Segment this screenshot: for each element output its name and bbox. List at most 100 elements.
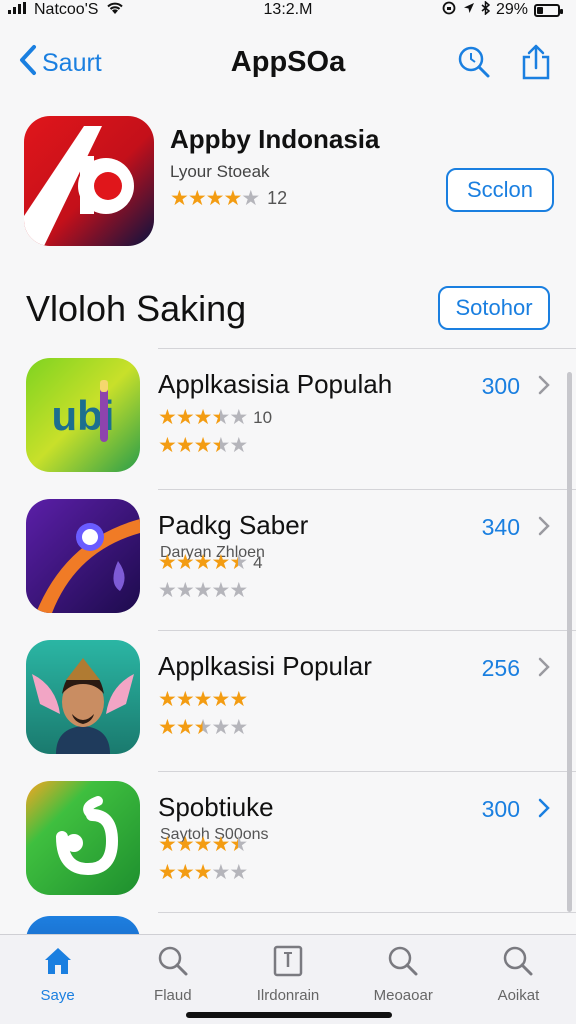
list-item[interactable]: Padkg Saber Daryan Zhloen ★ ★ ★ ★ ★ 4 ★ ★ ★ ★ ★ … — [0, 490, 576, 630]
rating-count: 4 — [253, 552, 263, 572]
star-filled-icon: ★ — [158, 716, 177, 739]
app-value: 340 — [481, 514, 520, 540]
chevron-right-icon[interactable] — [538, 798, 550, 824]
featured-app-subtitle: Lyour Stoeak — [170, 162, 270, 181]
app-title: Applkasisi Popular — [158, 651, 372, 681]
star-rating: ★ ★ ★ ★ ★ — [158, 861, 248, 884]
search-icon[interactable] — [454, 42, 494, 82]
app-title: Spobtiuke — [158, 792, 274, 822]
app-value: 300 — [481, 373, 520, 399]
star-filled-icon: ★ — [193, 434, 213, 457]
star-empty-icon: ★ — [229, 716, 248, 739]
featured-app-icon — [24, 116, 154, 246]
star-half-icon: ★ — [211, 434, 230, 457]
tab-today[interactable]: Saye — [0, 935, 115, 1024]
star-empty-icon: ★ — [211, 579, 230, 602]
app-icon — [26, 499, 140, 613]
star-filled-icon: ★ — [175, 833, 195, 856]
star-empty-icon: ★ — [175, 579, 195, 602]
star-filled-icon: ★ — [205, 187, 225, 210]
app-title: Applkasisia Populah — [158, 369, 393, 399]
app-rating: ★ ★ ★ ★ ★ 4 — [158, 552, 263, 573]
star-empty-icon: ★ — [229, 579, 248, 602]
star-empty-icon: ★ — [241, 187, 260, 210]
nav-actions — [454, 42, 556, 82]
star-filled-icon: ★ — [211, 688, 230, 711]
tab-label: Ilrdonrain — [256, 987, 320, 1004]
star-empty-icon: ★ — [211, 861, 230, 884]
rating-count: 10 — [253, 407, 273, 427]
battery-fill — [537, 6, 543, 14]
chevron-right-icon[interactable] — [538, 516, 550, 542]
list-item[interactable]: Applkasisi Popular ★ ★ ★ ★ ★ ★ ★ ★ ★ ★ 256 — [0, 631, 576, 771]
star-rating: ★ ★ ★ ★ ★ — [158, 551, 248, 574]
app-rating: ★ ★ ★ ★ ★ — [158, 689, 253, 710]
star-half-icon: ★ — [229, 551, 248, 574]
star-empty-icon: ★ — [158, 579, 177, 602]
featured-app-rating: ★ ★ ★ ★ ★ 12 — [170, 188, 287, 209]
tab-library[interactable]: Ilrdonrain — [230, 935, 345, 1024]
star-half-icon: ★ — [229, 833, 248, 856]
star-rating: ★ ★ ★ ★ ★ — [158, 406, 248, 429]
star-rating: ★ ★ ★ ★ ★ — [158, 833, 248, 856]
chevron-right-icon[interactable] — [538, 375, 550, 401]
star-filled-icon: ★ — [158, 434, 177, 457]
tab-label: Meoaoar — [373, 987, 433, 1004]
star-half-icon: ★ — [193, 716, 213, 739]
star-filled-icon: ★ — [170, 187, 189, 210]
app-icon — [26, 781, 140, 895]
search-icon — [385, 943, 421, 979]
star-filled-icon: ★ — [229, 688, 248, 711]
star-rating: ★ ★ ★ ★ ★ — [158, 688, 248, 711]
tab-find[interactable]: Flaud — [115, 935, 230, 1024]
star-filled-icon: ★ — [175, 688, 195, 711]
list-item[interactable]: ubi Applkasisia Populah ★ ★ ★ ★ ★ 10 ★ ★ ★ ★ ★ 3… — [0, 349, 576, 489]
status-bar: Natcoo'S 13:2.M 29% — [0, 0, 576, 20]
section-title: Vloloh Saking — [26, 288, 247, 329]
star-half-icon: ★ — [211, 406, 230, 429]
star-filled-icon: ★ — [175, 434, 195, 457]
star-rating: ★ ★ ★ ★ ★ — [158, 434, 248, 457]
featured-app[interactable]: Appby Indonasia Lyour Stoeak ★ ★ ★ ★ ★ 12 Sc… — [24, 116, 554, 248]
rating-count: 12 — [267, 188, 288, 208]
star-filled-icon: ★ — [175, 716, 195, 739]
app-rating: ★ ★ ★ ★ ★ 10 — [158, 407, 272, 428]
star-filled-icon: ★ — [158, 833, 177, 856]
app-rating-secondary: ★ ★ ★ ★ ★ — [158, 861, 248, 884]
tab-label: Aoikat — [497, 987, 540, 1004]
tab-account[interactable]: Aoikat — [461, 935, 576, 1024]
scrollbar[interactable] — [567, 372, 572, 912]
chevron-right-icon[interactable] — [538, 657, 550, 683]
star-filled-icon: ★ — [158, 406, 177, 429]
home-indicator[interactable] — [186, 1012, 392, 1018]
grid-icon — [270, 943, 306, 979]
search-icon — [155, 943, 191, 979]
list-item[interactable]: Spobtiuke Saytoh S00ons ★ ★ ★ ★ ★ ★ ★ ★ ★ ★ 300 — [0, 772, 576, 912]
clock-label: 13:2.M — [263, 1, 313, 18]
tab-label: Flaud — [154, 987, 192, 1004]
tab-bar: Saye Flaud Ilrdonrain Meoaoar Aoikat — [0, 934, 576, 1024]
star-rating: ★ ★ ★ ★ ★ — [158, 716, 248, 739]
section-button[interactable]: Sotohor — [438, 286, 550, 330]
star-filled-icon: ★ — [211, 551, 230, 574]
star-empty-icon: ★ — [193, 579, 213, 602]
app-rating-secondary: ★ ★ ★ ★ ★ — [158, 434, 248, 457]
tab-messages[interactable]: Meoaoar — [346, 935, 461, 1024]
star-filled-icon: ★ — [158, 688, 177, 711]
app-rating-secondary: ★ ★ ★ ★ ★ — [158, 716, 248, 739]
app-rating: ★ ★ ★ ★ ★ — [158, 834, 253, 855]
tab-label: Saye — [40, 987, 75, 1004]
star-filled-icon: ★ — [193, 406, 213, 429]
star-filled-icon: ★ — [175, 861, 195, 884]
app-value: 256 — [481, 655, 520, 681]
share-icon[interactable] — [516, 42, 556, 82]
featured-app-button[interactable]: Scclon — [446, 168, 554, 212]
star-empty-icon: ★ — [229, 406, 248, 429]
app-icon — [26, 640, 140, 754]
star-filled-icon: ★ — [223, 187, 242, 210]
star-empty-icon: ★ — [211, 716, 230, 739]
nav-bar: Saurt AppSOa — [0, 36, 576, 92]
star-filled-icon: ★ — [175, 406, 195, 429]
app-title: Padkg Saber — [158, 510, 309, 540]
star-filled-icon: ★ — [175, 551, 195, 574]
